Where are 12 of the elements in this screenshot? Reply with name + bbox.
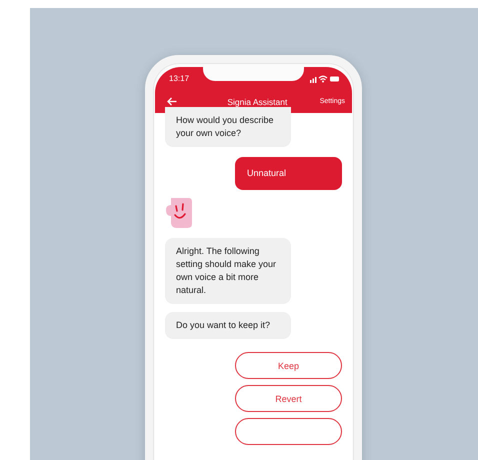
status-icons [310,74,340,82]
assistant-face-icon [165,196,193,230]
back-arrow-icon[interactable] [167,97,177,106]
reply-button[interactable] [235,418,342,445]
reply-button[interactable]: Keep [235,352,342,379]
header-title: Signia Assistant [226,96,288,106]
status-time: 13:17 [169,74,190,83]
bot-message: Alright. The following setting should make your own voice a bit more natural. [165,238,291,304]
reply-button[interactable]: Revert [235,385,342,412]
user-message: Unnatural [235,157,342,190]
bot-message: Do you want to keep it? [165,312,291,339]
bot-message: How would you describe your own voice? [165,107,291,147]
